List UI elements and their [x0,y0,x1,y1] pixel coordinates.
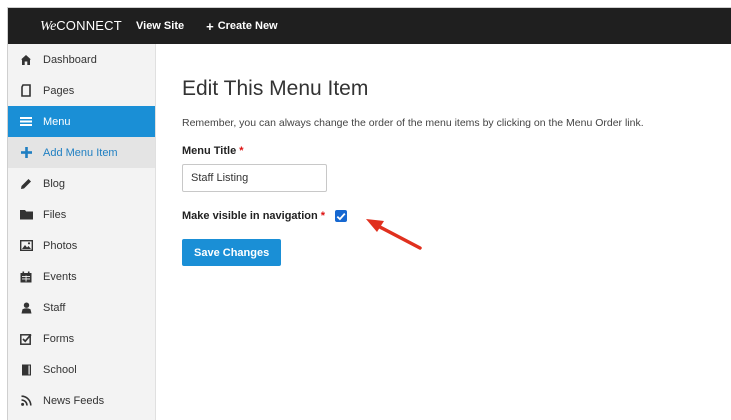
visible-in-navigation-row: Make visible in navigation * [182,210,731,222]
menu-title-input[interactable] [182,164,327,192]
home-icon [19,53,33,67]
checkbox-form-icon [19,332,33,346]
user-icon [19,301,33,315]
sidebar-item-blog[interactable]: Blog [8,168,155,199]
sidebar-item-forms[interactable]: Forms [8,323,155,354]
book-icon [19,363,33,377]
checkmark-icon [336,212,346,220]
page-title: Edit This Menu Item [182,77,369,100]
red-arrow-annotation-icon [366,219,422,250]
sidebar-item-dashboard[interactable]: Dashboard [8,44,155,75]
visible-in-navigation-label: Make visible in navigation * [182,210,326,222]
main-content: Edit This Menu Item Remember, you can al… [182,44,731,266]
folder-icon [19,208,33,222]
menu-icon [19,115,33,129]
sidebar-item-photos[interactable]: Photos [8,230,155,261]
plus-icon [19,146,33,160]
required-marker: * [239,145,244,157]
visible-in-navigation-checkbox[interactable] [335,210,348,222]
create-new-link[interactable]: + Create New [206,19,278,34]
sidebar-item-events[interactable]: Events [8,261,155,292]
plus-icon: + [206,18,214,34]
photo-icon [19,239,33,253]
page-icon [19,84,33,98]
sidebar-item-menu[interactable]: Menu [8,106,155,137]
sidebar-item-add-menu-item[interactable]: Add Menu Item [8,137,155,168]
sidebar-item-news-feeds[interactable]: News Feeds [8,385,155,416]
save-changes-button[interactable]: Save Changes [182,239,282,266]
top-bar: WeCONNECT View Site + Create New [8,8,731,44]
sidebar: Dashboard Pages Menu Add Menu Item Blog [8,44,156,420]
menu-title-label: Menu Title * [182,145,244,157]
app-window: WeCONNECT View Site + Create New Dashboa… [7,7,731,420]
pencil-icon [19,177,33,191]
weconnect-logo[interactable]: WeCONNECT [40,18,136,35]
sidebar-item-pages[interactable]: Pages [8,75,155,106]
required-marker: * [320,210,326,222]
intro-text: Remember, you can always change the orde… [182,117,644,129]
rss-icon [19,394,33,408]
sidebar-item-files[interactable]: Files [8,199,155,230]
view-site-link[interactable]: View Site [136,20,184,32]
sidebar-item-staff[interactable]: Staff [8,292,155,323]
calendar-icon [19,270,33,284]
sidebar-item-school[interactable]: School [8,354,155,385]
